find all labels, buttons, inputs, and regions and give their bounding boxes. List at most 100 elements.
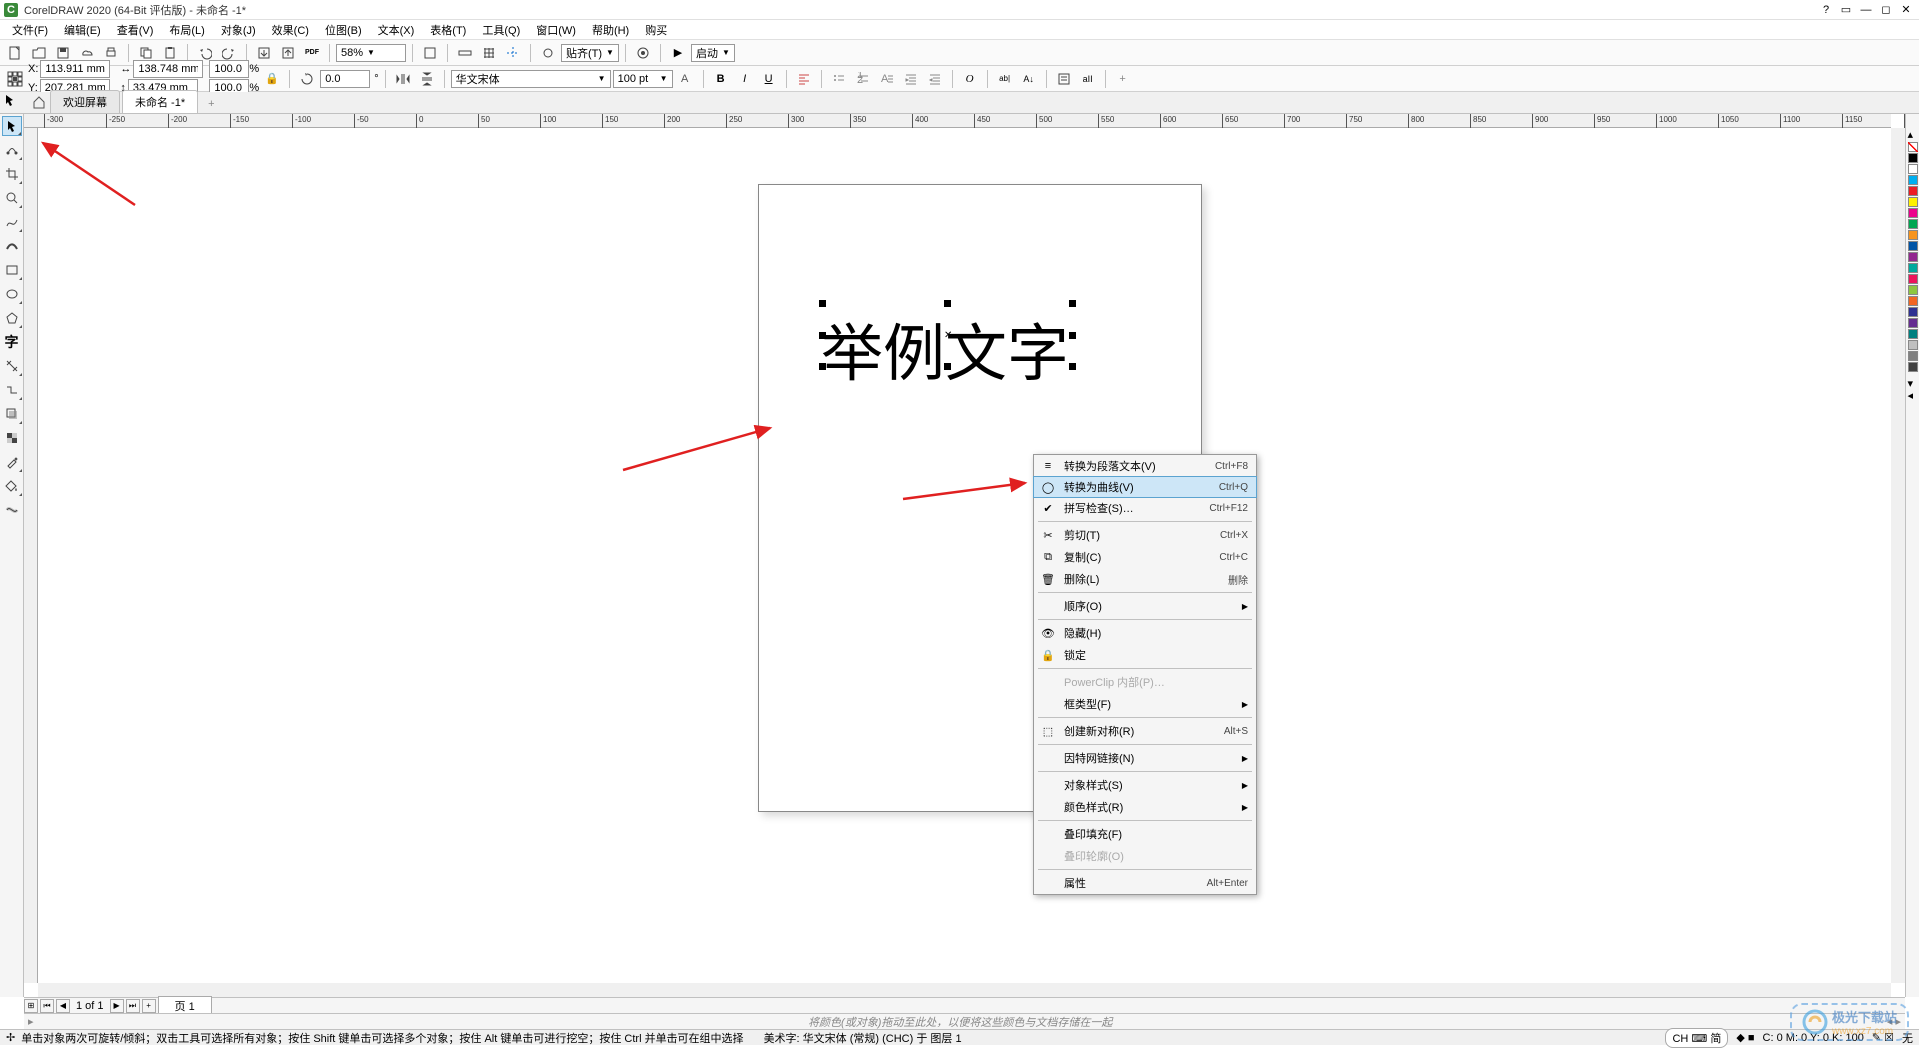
color-swatch[interactable] [1908,362,1918,372]
zoom-tool-icon[interactable] [2,188,22,208]
selection-center-icon[interactable]: ✕ [944,330,952,341]
page-last-icon[interactable]: ⏭ [126,999,140,1013]
fill-indicator-icon[interactable]: ◆ ■ [1736,1031,1754,1044]
menu-table[interactable]: 表格(T) [422,20,474,40]
selection-handle[interactable] [819,300,826,307]
mirror-v-icon[interactable] [416,68,438,90]
context-menu-item[interactable]: 🗑删除(L)删除 [1034,568,1256,590]
text-direction-icon[interactable]: A↓ [1018,68,1040,90]
menu-buy[interactable]: 购买 [637,20,675,40]
opentype-icon[interactable]: O [959,68,981,90]
selection-handle[interactable] [944,300,951,307]
menu-object[interactable]: 对象(J) [213,20,264,40]
context-menu-item[interactable]: ⧉复制(C)Ctrl+C [1034,546,1256,568]
page-prev-icon[interactable]: ◀ [56,999,70,1013]
home-tab-icon[interactable] [28,91,50,113]
new-doc-icon[interactable] [4,42,26,64]
lock-ratio-icon[interactable]: 🔒 [261,68,283,90]
color-swatch[interactable] [1908,296,1918,306]
context-menu-item[interactable]: ≡转换为段落文本(V)Ctrl+F8 [1034,455,1256,477]
context-menu-item[interactable]: ✂剪切(T)Ctrl+X [1034,524,1256,546]
italic-icon[interactable]: I [734,68,756,90]
drawing-canvas[interactable]: 举例文字 ✕ [38,128,1891,983]
transparency-icon[interactable] [2,428,22,448]
color-swatch[interactable] [1908,285,1918,295]
pdf-icon[interactable]: PDF [301,42,323,64]
launch-dropdown[interactable]: 启动▼ [691,44,735,62]
chars-icon[interactable]: ab| [994,68,1016,90]
menu-text[interactable]: 文本(X) [370,20,423,40]
grid-icon[interactable] [478,42,500,64]
freehand-tool-icon[interactable] [2,212,22,232]
selection-handle[interactable] [819,363,826,370]
snap-icon[interactable] [537,42,559,64]
page-expand-icon[interactable]: ⊞ [24,999,38,1013]
menu-bitmap[interactable]: 位图(B) [317,20,370,40]
color-swatch[interactable] [1908,351,1918,361]
crop-tool-icon[interactable] [2,164,22,184]
page-next-icon[interactable]: ▶ [110,999,124,1013]
context-menu-item[interactable]: 🔒锁定 [1034,644,1256,666]
selection-handle[interactable] [1069,300,1076,307]
bullets-icon[interactable] [828,68,850,90]
color-swatch[interactable] [1908,307,1918,317]
scale-w-input[interactable] [209,60,249,78]
polygon-tool-icon[interactable] [2,308,22,328]
pick-tool-indicator-icon[interactable] [3,93,19,109]
scrollbar-vertical[interactable] [1891,128,1905,983]
add-icon[interactable]: + [1112,68,1134,90]
ruler-vertical[interactable] [24,128,38,983]
restore-icon[interactable]: ◻ [1877,2,1895,18]
close-icon[interactable]: ✕ [1897,2,1915,18]
x-input[interactable] [40,60,110,78]
selection-handle[interactable] [819,332,826,339]
min-max-doc-icon[interactable]: ▭ [1837,2,1855,18]
width-input[interactable] [133,60,203,78]
dropcap-icon[interactable]: A [876,68,898,90]
selection-handle[interactable] [944,363,951,370]
color-swatch[interactable] [1908,175,1918,185]
indent-inc-icon[interactable] [900,68,922,90]
minimize-icon[interactable]: — [1857,2,1875,18]
text-frame-icon[interactable] [1053,68,1075,90]
menu-file[interactable]: 文件(F) [4,20,56,40]
color-swatch[interactable] [1908,208,1918,218]
context-menu-item[interactable]: 叠印填充(F) [1034,823,1256,845]
rotation-input[interactable] [320,70,370,88]
fill-tool-icon[interactable] [2,476,22,496]
bold-icon[interactable]: B [710,68,732,90]
pick-tool-icon[interactable] [2,116,22,136]
menu-tools[interactable]: 工具(Q) [474,20,528,40]
ruler-horizontal[interactable]: -300-250-200-150-100-5005010015020025030… [24,114,1891,128]
font-size-dropdown[interactable]: 100 pt▼ [613,70,673,88]
color-swatch[interactable] [1908,219,1918,229]
ellipse-tool-icon[interactable] [2,284,22,304]
guides-icon[interactable] [502,42,524,64]
color-swatch[interactable] [1908,329,1918,339]
scrollbar-horizontal[interactable] [38,983,1891,997]
document-palette-hint[interactable]: ▸ 将颜色(或对象)拖动至此处，以便将这些颜色与文档存储在一起 ◂ ▸ [24,1013,1905,1029]
menu-layout[interactable]: 布局(L) [161,20,212,40]
eyedropper-icon[interactable] [2,452,22,472]
ruler-icon[interactable] [454,42,476,64]
export-icon[interactable] [277,42,299,64]
context-menu-item[interactable]: ◯转换为曲线(V)Ctrl+Q [1033,476,1257,498]
page-add-icon[interactable]: + [142,999,156,1013]
color-swatch[interactable] [1908,340,1918,350]
variable-outline-icon[interactable] [2,500,22,520]
palette-flyout-icon[interactable]: ◂ [1908,389,1918,399]
rectangle-tool-icon[interactable] [2,260,22,280]
numbered-icon[interactable]: 12 [852,68,874,90]
menu-help[interactable]: 帮助(H) [584,20,637,40]
color-swatch[interactable] [1908,186,1918,196]
context-menu-item[interactable]: 属性Alt+Enter [1034,872,1256,894]
selection-handle[interactable] [1069,332,1076,339]
options-icon[interactable] [632,42,654,64]
tab-welcome[interactable]: 欢迎屏幕 [50,90,120,113]
artistic-text-object[interactable]: 举例文字 [821,303,1069,393]
snap-to-dropdown[interactable]: 贴齐(T)▼ [561,44,619,62]
context-menu-item[interactable]: ⬚创建新对称(R)Alt+S [1034,720,1256,742]
mirror-h-icon[interactable] [392,68,414,90]
connector-icon[interactable] [2,380,22,400]
add-tab-icon[interactable]: + [200,95,222,113]
